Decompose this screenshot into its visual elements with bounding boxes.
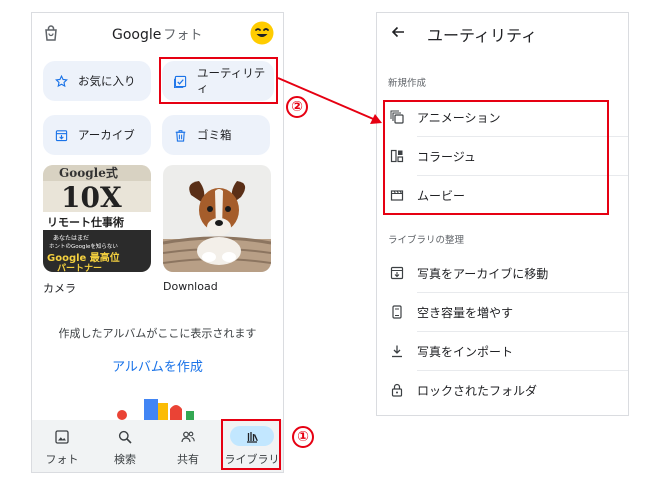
app-logo: Google フォト — [112, 24, 202, 43]
archive-label: アーカイブ — [78, 128, 135, 142]
library-highlight-box — [221, 419, 281, 470]
cover-line-6: Google 最高位 — [47, 251, 120, 264]
archive-photos-label: 写真をアーカイブに移動 — [417, 267, 549, 281]
create-section-highlight-box — [383, 100, 609, 215]
star-icon — [55, 74, 68, 87]
trash-icon — [175, 129, 186, 142]
nav-search-label: 検索 — [114, 453, 136, 466]
favorites-chip[interactable]: お気に入り — [43, 61, 151, 101]
locked-folder-item[interactable]: ロックされたフォルダ — [377, 371, 628, 410]
nav-sharing-label: 共有 — [177, 453, 199, 466]
nav-search[interactable]: 検索 — [95, 420, 155, 472]
locked-folder-label: ロックされたフォルダ — [417, 384, 538, 398]
book-cover-image: Google式 10X リモート仕事術 あなたはまだ ホントのGoogleを知ら… — [43, 165, 151, 272]
cover-line-2: 10X — [61, 181, 122, 214]
album-camera-cover[interactable]: Google式 10X リモート仕事術 あなたはまだ ホントのGoogleを知ら… — [43, 165, 151, 272]
empty-albums-message: 作成したアルバムがここに表示されます — [58, 327, 257, 340]
import-photos-item[interactable]: 写真をインポート — [377, 332, 628, 371]
cover-line-1: Google式 — [59, 165, 118, 180]
trash-chip[interactable]: ゴミ箱 — [162, 115, 270, 155]
step-1-badge: ① — [292, 426, 314, 448]
import-photos-label: 写真をインポート — [417, 345, 514, 359]
phone-storage-icon — [392, 305, 402, 319]
album-label-download: Download — [163, 280, 218, 293]
album-download-cover[interactable] — [163, 165, 271, 272]
nav-photos-label: フォト — [45, 453, 79, 466]
page-title: ユーティリティ — [427, 26, 538, 45]
create-album-link[interactable]: アルバムを作成 — [32, 356, 283, 375]
lock-icon — [391, 383, 403, 397]
step-2-badge: ② — [286, 96, 308, 118]
photos-wordmark: フォト — [163, 28, 203, 43]
archive-photos-item[interactable]: 写真をアーカイブに移動 — [377, 254, 628, 293]
album-label-camera: カメラ — [43, 282, 76, 295]
download-icon — [392, 345, 402, 358]
favorites-label: お気に入り — [78, 74, 136, 88]
archive-icon — [55, 129, 68, 141]
google-wordmark: Google — [112, 27, 162, 43]
cover-line-4: あなたはまだ — [53, 235, 89, 242]
photo-icon — [55, 430, 69, 444]
cover-line-5: ホントのGoogleを知らない — [49, 242, 118, 250]
puppy-photo — [163, 165, 271, 272]
free-up-space-label: 空き容量を増やす — [417, 306, 514, 320]
avatar[interactable] — [250, 21, 274, 45]
cover-line-3: リモート仕事術 — [47, 215, 124, 229]
cover-line-7: パートナー — [57, 262, 102, 272]
trash-label: ゴミ箱 — [197, 128, 232, 142]
shopping-bag-icon[interactable] — [43, 25, 59, 41]
people-icon — [181, 431, 195, 443]
archive-chip[interactable]: アーカイブ — [43, 115, 151, 155]
back-arrow-icon[interactable] — [390, 24, 406, 40]
utility-highlight-box — [159, 57, 278, 104]
app-header: Google フォト — [32, 13, 283, 55]
nav-sharing[interactable]: 共有 — [158, 420, 218, 472]
nav-photos[interactable]: フォト — [32, 420, 92, 472]
search-icon — [118, 430, 132, 444]
archive-icon — [390, 266, 404, 280]
section-organize-title: ライブラリの整理 — [388, 235, 465, 246]
free-up-space-item[interactable]: 空き容量を増やす — [377, 293, 628, 332]
